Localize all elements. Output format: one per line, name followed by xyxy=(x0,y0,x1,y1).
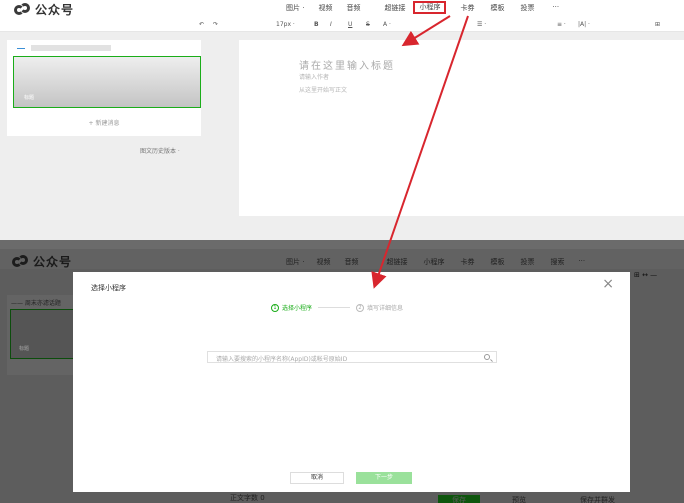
editor-screenshot-top: 公众号 图片 · 视频 音频 超链接 小程序 卡券 模板 投票 ··· ↶ ↷ … xyxy=(0,0,684,240)
title-input[interactable]: 请在这里输入标题 xyxy=(299,57,395,72)
select-mini-program-dialog: 选择小程序 × 1 选择小程序 2 填写详细信息 请输入要搜索的小程序名称(Ap… xyxy=(73,272,630,492)
menu-video[interactable]: 视频 xyxy=(318,3,332,14)
menu-vote[interactable]: 投票 xyxy=(520,257,534,267)
preview-button[interactable]: 预览 xyxy=(512,495,526,503)
menu-coupon[interactable]: 卡券 xyxy=(460,257,474,267)
wechat-logo-icon xyxy=(12,254,29,269)
brand[interactable]: 公众号 xyxy=(12,253,72,270)
menu-link[interactable]: 超链接 xyxy=(384,3,405,14)
article-list-header: —— 周末亦滤话题 xyxy=(11,300,61,307)
menu-search[interactable]: 搜索 xyxy=(550,257,564,267)
bold-button[interactable]: B xyxy=(314,21,319,28)
italic-button[interactable]: I xyxy=(330,21,332,28)
step-label: 选择小程序 xyxy=(282,305,313,312)
menu-audio[interactable]: 音频 xyxy=(344,257,358,267)
new-message-button[interactable]: + 新建消息 xyxy=(7,118,201,127)
article-list-panel: 标题 + 新建消息 xyxy=(7,40,201,136)
article-card-selected[interactable]: 标题 xyxy=(13,56,201,108)
brand-name: 公众号 xyxy=(33,255,73,269)
underline-button[interactable]: U xyxy=(348,21,352,28)
menu-more[interactable]: ··· xyxy=(578,257,585,267)
menu-image[interactable]: 图片 · xyxy=(286,257,304,267)
wechat-logo-icon xyxy=(14,2,31,17)
step-details: 2 填写详细信息 xyxy=(356,303,403,312)
menu-template[interactable]: 模板 xyxy=(490,257,504,267)
menu-audio[interactable]: 音频 xyxy=(346,3,360,14)
insert-menu: 图片 · 视频 音频 超链接 小程序 卡券 模板 投票 ··· xyxy=(286,1,559,14)
step-number: 2 xyxy=(356,303,365,312)
next-button[interactable]: 下一步 xyxy=(356,472,412,484)
history-version-link[interactable]: 图文历史版本 · xyxy=(140,146,180,155)
dialog-title: 选择小程序 xyxy=(91,284,126,292)
strike-button[interactable]: S xyxy=(366,21,370,28)
step-select: 1 选择小程序 xyxy=(271,303,312,312)
cancel-button[interactable]: 取消 xyxy=(290,472,344,484)
table-icon[interactable]: ⊞ xyxy=(655,21,660,28)
publish-button[interactable]: 保存并群发 xyxy=(580,495,615,503)
menu-mini-program[interactable]: 小程序 xyxy=(423,257,444,267)
article-list-panel: —— 周末亦滤话题 标题 xyxy=(7,295,74,375)
search-icon[interactable] xyxy=(484,354,490,360)
toolbar-right-icons[interactable]: ⊞ ↔ — xyxy=(634,271,657,279)
menu-template[interactable]: 模板 xyxy=(490,3,504,14)
step-divider xyxy=(318,307,351,308)
article-card-title: 标题 xyxy=(19,346,30,352)
step-number: 1 xyxy=(271,303,279,312)
menu-more[interactable]: ··· xyxy=(552,3,559,14)
menu-coupon[interactable]: 卡券 xyxy=(460,3,474,14)
font-color-select[interactable]: A · xyxy=(383,21,391,28)
brand-name: 公众号 xyxy=(35,3,75,17)
align-select[interactable]: ☰ · xyxy=(477,21,486,28)
article-list-header xyxy=(17,45,111,51)
brand[interactable]: 公众号 xyxy=(14,1,74,18)
undo-icon[interactable]: ↶ xyxy=(199,21,204,28)
step-indicator: 1 选择小程序 2 填写详细信息 xyxy=(271,303,403,312)
spacing-select[interactable]: |A| · xyxy=(578,21,590,28)
close-icon[interactable]: × xyxy=(602,277,614,291)
editor-area[interactable]: 请在这里输入标题 请输入作者 从这里开始写正文 xyxy=(239,40,684,216)
body-input[interactable]: 从这里开始写正文 xyxy=(299,85,347,94)
bottom-header: 公众号 图片 · 视频 音频 超链接 小程序 卡券 模板 投票 搜索 ··· xyxy=(0,249,684,269)
menu-vote[interactable]: 投票 xyxy=(520,3,534,14)
article-card-title: 标题 xyxy=(24,95,35,101)
insert-menu: 图片 · 视频 音频 超链接 小程序 卡券 模板 投票 搜索 ··· xyxy=(286,257,585,267)
font-size-select[interactable]: 17px · xyxy=(276,21,295,28)
list-select[interactable]: ≡ · xyxy=(557,21,566,28)
menu-link[interactable]: 超链接 xyxy=(386,257,407,267)
menu-video[interactable]: 视频 xyxy=(316,257,330,267)
redo-icon[interactable]: ↷ xyxy=(213,21,218,28)
top-header: 公众号 图片 · 视频 音频 超链接 小程序 卡券 模板 投票 ··· xyxy=(0,0,684,18)
author-input[interactable]: 请输入作者 xyxy=(299,72,329,81)
step-label: 填写详细信息 xyxy=(367,305,404,312)
mini-program-search-input[interactable]: 请输入要搜索的小程序名称(AppID)或帐号原始ID xyxy=(207,351,497,363)
search-placeholder: 请输入要搜索的小程序名称(AppID)或帐号原始ID xyxy=(216,356,348,363)
save-button[interactable]: 保存 xyxy=(438,495,480,503)
article-card-selected[interactable]: 标题 xyxy=(10,309,74,359)
word-count: 正文字数 0 xyxy=(230,494,265,502)
menu-image[interactable]: 图片 · xyxy=(286,3,304,14)
format-toolbar: ↶ ↷ 17px · B I U S A · ☰ · ≡ · |A| · ⊞ xyxy=(0,18,684,32)
menu-mini-program[interactable]: 小程序 xyxy=(413,1,447,14)
